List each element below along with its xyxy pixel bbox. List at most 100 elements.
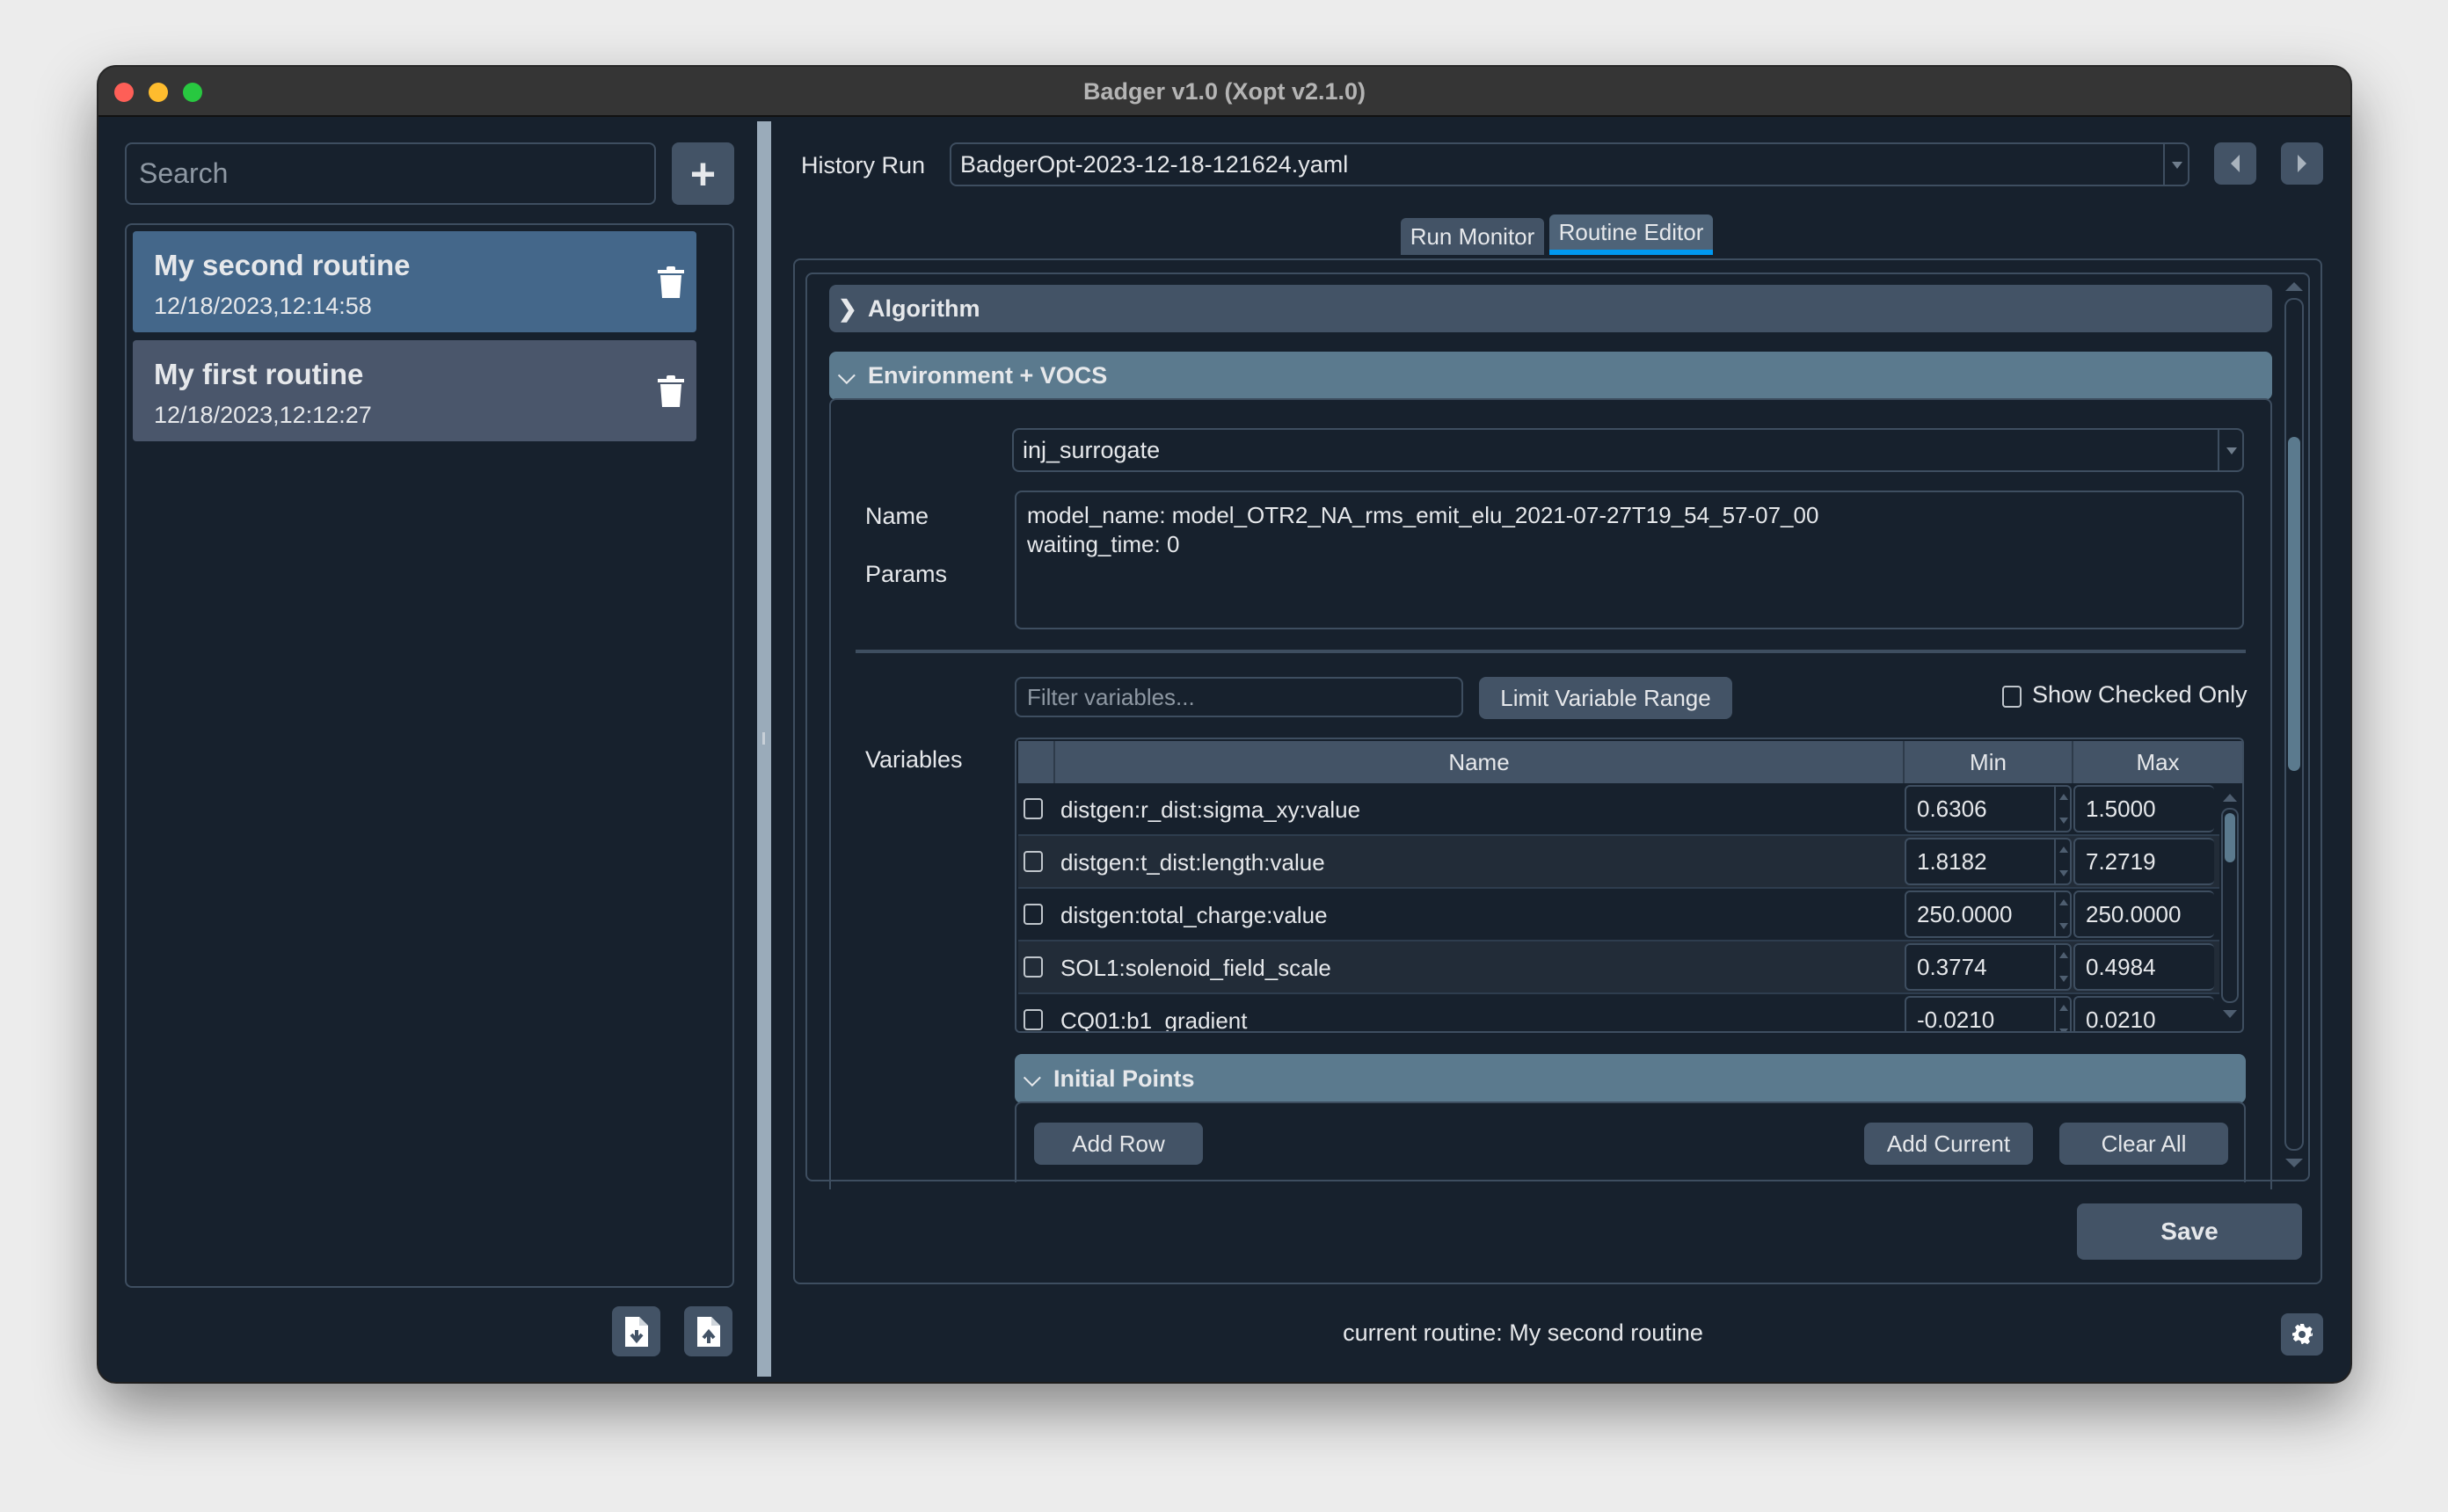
tab-routine-editor[interactable]: Routine Editor — [1549, 214, 1713, 255]
min-value: 250.0000 — [1917, 901, 2013, 927]
min-spinbox[interactable]: 250.0000 — [1905, 890, 2072, 938]
main-content: Search + My second routine 12/18/2023,12… — [98, 119, 2350, 1382]
add-row-button[interactable]: Add Row — [1034, 1123, 1203, 1165]
routine-timestamp: 12/18/2023,12:14:58 — [154, 293, 372, 319]
variables-label: Variables — [865, 746, 963, 773]
max-value: 250.0000 — [2086, 901, 2182, 927]
row-checkbox[interactable] — [1024, 798, 1043, 819]
row-checkbox[interactable] — [1024, 1009, 1043, 1030]
max-value: 0.0210 — [2086, 1007, 2156, 1033]
table-row: SOL1:solenoid_field_scale 0.3774 0.4984 — [1018, 941, 2219, 994]
scroll-up-icon[interactable] — [2285, 282, 2303, 291]
spin-arrows-icon[interactable] — [2054, 840, 2070, 883]
splitter-grip[interactable] — [762, 732, 765, 745]
add-routine-button[interactable]: + — [672, 142, 734, 205]
limit-variable-range-button[interactable]: Limit Variable Range — [1479, 677, 1732, 719]
max-spinbox[interactable]: 0.4984 — [2073, 943, 2214, 991]
min-spinbox[interactable]: 1.8182 — [1905, 838, 2072, 885]
trash-icon[interactable] — [658, 375, 684, 407]
routine-name: My first routine — [154, 358, 364, 390]
row-checkbox[interactable] — [1024, 956, 1043, 978]
spin-arrows-icon[interactable] — [2054, 945, 2070, 989]
variable-name: distgen:t_dist:length:value — [1060, 849, 1325, 876]
tab-run-monitor[interactable]: Run Monitor — [1401, 218, 1544, 255]
max-spinbox[interactable]: 7.2719 — [2073, 838, 2214, 885]
scroll-down-icon[interactable] — [2285, 1159, 2303, 1167]
min-value: -0.0210 — [1917, 1007, 1995, 1033]
clear-all-button[interactable]: Clear All — [2059, 1123, 2228, 1165]
section-title: Environment + VOCS — [868, 362, 1108, 389]
max-spinbox[interactable]: 1.5000 — [2073, 785, 2214, 832]
settings-button[interactable] — [2281, 1313, 2323, 1356]
min-spinbox[interactable]: 0.6306 — [1905, 785, 2072, 832]
history-prev-button[interactable] — [2214, 142, 2256, 185]
max-value: 1.5000 — [2086, 796, 2156, 822]
params-line: waiting_time: 0 — [1027, 531, 1180, 557]
pane-splitter[interactable] — [757, 121, 771, 1377]
environment-section-header[interactable]: ⌵ Environment + VOCS — [829, 352, 2272, 400]
dropdown-arrow-icon — [2163, 144, 2188, 185]
export-routine-button[interactable] — [684, 1306, 732, 1356]
history-next-button[interactable] — [2281, 142, 2323, 185]
routine-name: My second routine — [154, 249, 411, 281]
show-checked-only-checkbox[interactable] — [2002, 686, 2022, 708]
table-scroll-up-icon[interactable] — [2223, 794, 2237, 802]
filter-variables-input[interactable]: Filter variables... — [1015, 677, 1463, 717]
min-value: 1.8182 — [1917, 848, 1987, 875]
section-title: Initial Points — [1053, 1065, 1195, 1092]
env-name-select[interactable]: inj_surrogate — [1012, 428, 2244, 472]
routine-timestamp: 12/18/2023,12:12:27 — [154, 402, 372, 428]
history-run-select[interactable]: BadgerOpt-2023-12-18-121624.yaml — [950, 142, 2189, 186]
table-row: distgen:total_charge:value 250.0000 250.… — [1018, 889, 2219, 941]
section-divider — [856, 650, 2246, 653]
table-header-min[interactable]: Min — [1905, 741, 2073, 783]
chevron-right-icon — [2298, 155, 2306, 172]
table-header-name[interactable]: Name — [1055, 741, 1905, 783]
add-current-button[interactable]: Add Current — [1864, 1123, 2033, 1165]
file-import-icon — [624, 1316, 648, 1347]
spin-arrows-icon[interactable] — [2054, 787, 2070, 831]
tab-label: Routine Editor — [1558, 218, 1704, 245]
min-spinbox[interactable]: -0.0210 — [1905, 996, 2072, 1033]
min-spinbox[interactable]: 0.3774 — [1905, 943, 2072, 991]
window-title: Badger v1.0 (Xopt v2.1.0) — [1082, 78, 1366, 105]
variables-table: Name Min Max distgen:r_dist:sigma_xy:val… — [1015, 738, 2244, 1033]
max-value: 0.4984 — [2086, 954, 2156, 980]
table-scrollbar-thumb[interactable] — [2225, 813, 2235, 862]
row-checkbox[interactable] — [1024, 851, 1043, 872]
search-input[interactable]: Search — [125, 142, 656, 205]
table-row: distgen:r_dist:sigma_xy:value 0.6306 1.5… — [1018, 783, 2219, 836]
chevron-down-icon: ⌵ — [1024, 1065, 1041, 1091]
spin-arrows-icon[interactable] — [2054, 892, 2070, 936]
table-scrollbar[interactable] — [2221, 808, 2239, 1003]
editor-scrollbar[interactable] — [2284, 298, 2304, 1151]
initial-points-section-header[interactable]: ⌵ Initial Points — [1015, 1054, 2246, 1103]
show-checked-only-label: Show Checked Only — [2032, 681, 2248, 708]
save-button[interactable]: Save — [2077, 1203, 2302, 1260]
max-spinbox[interactable]: 250.0000 — [2073, 890, 2214, 938]
min-value: 0.3774 — [1917, 954, 1987, 980]
chevron-down-icon: ⌵ — [838, 361, 856, 389]
section-title: Algorithm — [868, 294, 980, 322]
spin-arrows-icon[interactable] — [2054, 998, 2070, 1031]
gear-icon — [2292, 1324, 2313, 1345]
scrollbar-thumb[interactable] — [2288, 437, 2300, 771]
history-run-label: History Run — [801, 152, 926, 178]
max-spinbox[interactable]: 0.0210 — [2073, 996, 2214, 1033]
params-line: model_name: model_OTR2_NA_rms_emit_elu_2… — [1027, 502, 1819, 528]
chevron-left-icon — [2231, 155, 2240, 172]
table-scroll-down-icon[interactable] — [2223, 1010, 2237, 1018]
trash-icon[interactable] — [658, 266, 684, 298]
variable-name: SOL1:solenoid_field_scale — [1060, 955, 1331, 981]
routine-item-selected[interactable]: My second routine 12/18/2023,12:14:58 — [133, 231, 696, 332]
routine-item[interactable]: My first routine 12/18/2023,12:12:27 — [133, 340, 696, 441]
params-textarea[interactable]: model_name: model_OTR2_NA_rms_emit_elu_2… — [1015, 491, 2244, 629]
status-text: current routine: My second routine — [1343, 1319, 1703, 1346]
algorithm-section-header[interactable]: ❯ Algorithm — [829, 285, 2272, 332]
title-bar: Badger v1.0 (Xopt v2.1.0) — [98, 67, 2350, 117]
row-checkbox[interactable] — [1024, 904, 1043, 925]
plus-icon: + — [689, 149, 717, 199]
table-header-max[interactable]: Max — [2073, 741, 2242, 783]
import-routine-button[interactable] — [612, 1306, 660, 1356]
tab-label: Run Monitor — [1410, 222, 1535, 250]
